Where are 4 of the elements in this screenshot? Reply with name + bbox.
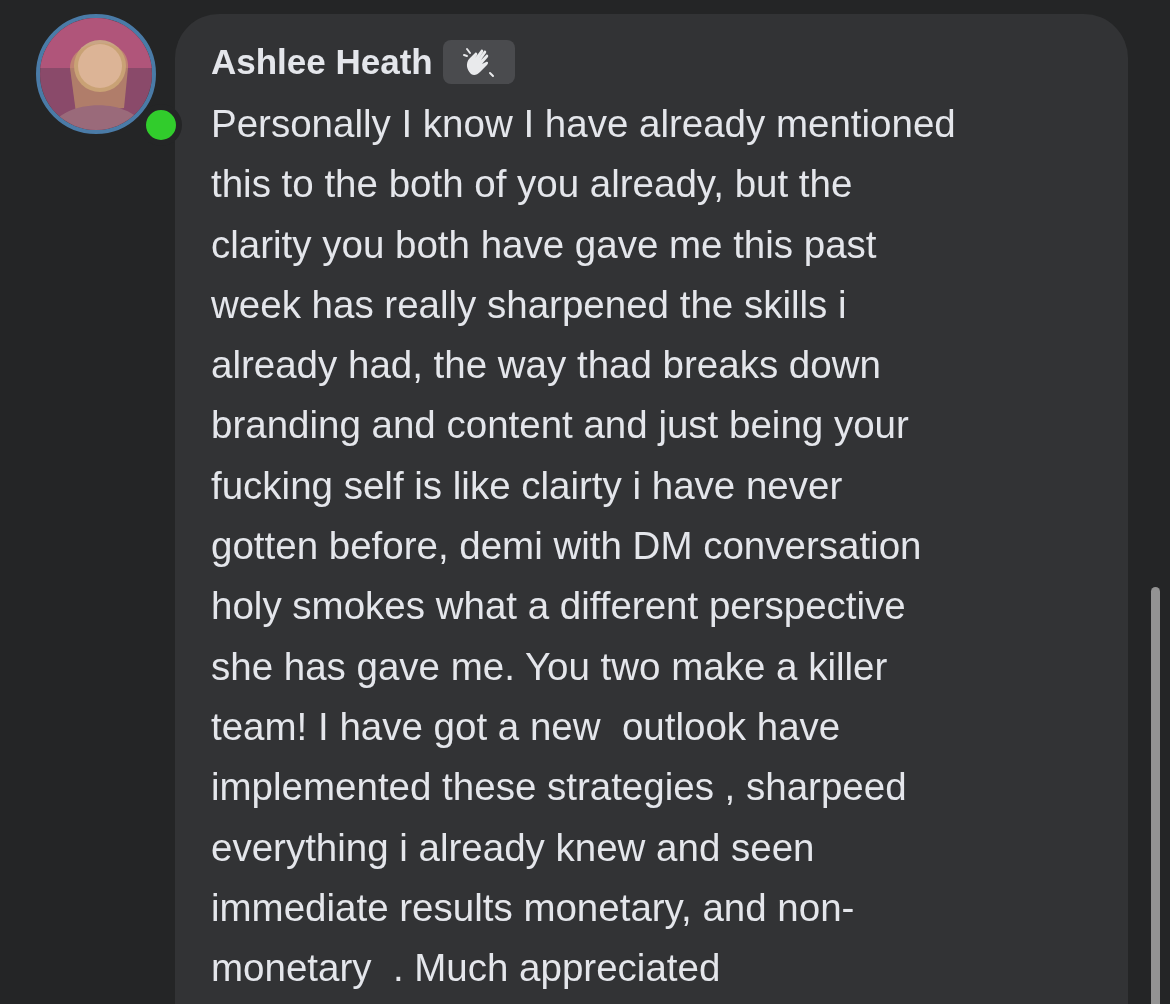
waving-hand-icon xyxy=(461,45,496,79)
scrollbar[interactable] xyxy=(1151,587,1160,1004)
comment-text: Personally I know I have already mentioned this to the both of you already, but the clarity you both have gave me this past week has really sharpened the skills i already had, the way thad breaks down branding and content and just being your fucking self is like clairty i have never gotten before, demi with DM conversation holy smokes what a different perspective she has gave me. You two make a killer team! I have got a new outlook have implemented these strategies , sharpeed everything i already knew and seen immediate results monetary, and non- monetary . Much appreciated xyxy=(211,101,957,992)
author-name[interactable]: Ashlee Heath xyxy=(211,42,433,82)
